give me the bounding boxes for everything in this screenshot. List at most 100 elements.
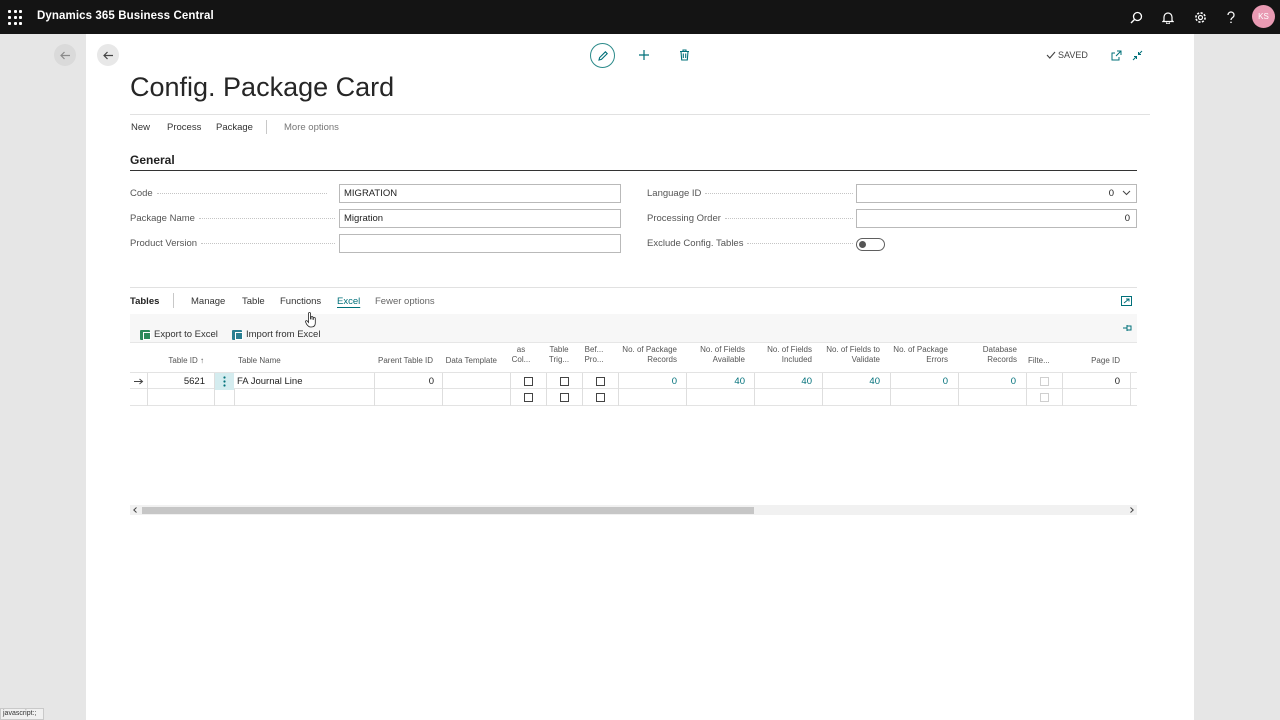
cell-package-errors[interactable]: 0 bbox=[894, 373, 948, 390]
action-new[interactable]: New bbox=[131, 122, 150, 133]
col-package-errors[interactable]: No. of Package Errors bbox=[883, 345, 948, 365]
action-more-options[interactable]: More options bbox=[284, 122, 339, 133]
col-filter[interactable]: Filte... bbox=[1028, 356, 1058, 366]
background-back-icon[interactable] bbox=[54, 44, 76, 66]
cell-table-id[interactable]: 5621 bbox=[150, 373, 205, 390]
cell-parent-table-id[interactable]: 0 bbox=[378, 373, 434, 390]
code-label: Code bbox=[130, 188, 336, 199]
scroll-right-icon[interactable] bbox=[1130, 507, 1134, 513]
export-to-excel-button[interactable]: Export to Excel bbox=[140, 329, 218, 340]
code-field[interactable]: MIGRATION bbox=[339, 184, 621, 203]
open-new-window-icon[interactable] bbox=[1111, 50, 1122, 61]
user-avatar[interactable]: KS bbox=[1252, 5, 1275, 28]
edit-button[interactable] bbox=[590, 43, 615, 68]
product-version-field[interactable] bbox=[339, 234, 621, 253]
col-fields-available[interactable]: No. of Fields Available bbox=[681, 345, 745, 365]
processing-order-label: Processing Order bbox=[647, 213, 853, 224]
tables-separator bbox=[173, 293, 174, 308]
import-from-excel-label: Import from Excel bbox=[246, 329, 321, 340]
cell-fields-included[interactable]: 40 bbox=[758, 373, 812, 390]
gear-icon[interactable] bbox=[1192, 9, 1208, 25]
check-icon bbox=[1046, 51, 1056, 59]
language-id-field[interactable]: 0 bbox=[856, 184, 1137, 203]
page-title: Config. Package Card bbox=[130, 72, 395, 102]
col-table-name[interactable]: Table Name bbox=[238, 356, 318, 366]
horizontal-scrollbar[interactable] bbox=[130, 505, 1137, 515]
table-row[interactable]: 5621 FA Journal Line 0 0 40 40 40 0 0 0 bbox=[130, 372, 1137, 390]
checkbox-as-col[interactable] bbox=[524, 377, 533, 386]
tables-divider bbox=[130, 287, 1137, 288]
app-launcher-icon[interactable] bbox=[8, 9, 24, 25]
pin-icon[interactable] bbox=[1122, 324, 1133, 332]
sort-arrow-up-icon: ↑ bbox=[200, 356, 204, 365]
action-separator bbox=[266, 120, 267, 134]
import-from-excel-button[interactable]: Import from Excel bbox=[232, 329, 320, 340]
processing-order-field[interactable]: 0 bbox=[856, 209, 1137, 228]
exclude-config-tables-label: Exclude Config. Tables bbox=[647, 238, 853, 249]
col-data-template[interactable]: Data Template bbox=[442, 356, 497, 366]
cell-database-records[interactable]: 0 bbox=[962, 373, 1016, 390]
delete-trash-icon[interactable] bbox=[679, 49, 690, 61]
excel-import-icon bbox=[232, 329, 243, 340]
product-version-label: Product Version bbox=[130, 238, 336, 249]
cell-package-records[interactable]: 0 bbox=[622, 373, 677, 390]
export-to-excel-label: Export to Excel bbox=[154, 329, 218, 340]
checkbox-bef-pro[interactable] bbox=[596, 377, 605, 386]
search-icon[interactable] bbox=[1128, 9, 1144, 25]
language-id-value: 0 bbox=[1108, 188, 1114, 199]
tab-functions[interactable]: Functions bbox=[280, 296, 321, 307]
action-process[interactable]: Process bbox=[167, 122, 201, 133]
background-page-right bbox=[1194, 34, 1280, 720]
exclude-config-tables-toggle[interactable] bbox=[856, 238, 885, 251]
tab-manage[interactable]: Manage bbox=[191, 296, 225, 307]
action-package[interactable]: Package bbox=[216, 122, 253, 133]
col-fields-to-validate[interactable]: No. of Fields to Validate bbox=[816, 345, 880, 365]
package-name-field[interactable]: Migration bbox=[339, 209, 621, 228]
app-title[interactable]: Dynamics 365 Business Central bbox=[37, 10, 214, 22]
general-divider bbox=[130, 170, 1137, 171]
saved-status: SAVED bbox=[1046, 50, 1088, 60]
expand-part-icon[interactable] bbox=[1121, 296, 1132, 306]
cell-fields-to-validate[interactable]: 40 bbox=[826, 373, 880, 390]
col-as-col[interactable]: as Col... bbox=[508, 345, 534, 365]
col-database-records[interactable]: Database Records bbox=[962, 345, 1017, 365]
chevron-down-icon bbox=[1122, 190, 1131, 196]
background-page-left bbox=[0, 34, 86, 720]
arrow-left-icon bbox=[102, 51, 113, 59]
scrollbar-thumb[interactable] bbox=[142, 507, 754, 514]
bell-icon[interactable] bbox=[1160, 9, 1176, 25]
col-fields-included[interactable]: No. of Fields Included bbox=[749, 345, 812, 365]
scroll-left-icon[interactable] bbox=[133, 507, 137, 513]
top-bar: Dynamics 365 Business Central KS bbox=[0, 0, 1280, 34]
general-heading[interactable]: General bbox=[130, 153, 175, 167]
tab-table[interactable]: Table bbox=[242, 296, 265, 307]
col-package-records[interactable]: No. of Package Records bbox=[613, 345, 677, 365]
status-bar-url: javascript:; bbox=[0, 708, 44, 720]
checkbox-table-trig-empty[interactable] bbox=[560, 393, 569, 402]
back-button[interactable] bbox=[97, 44, 119, 66]
checkbox-bef-pro-empty[interactable] bbox=[596, 393, 605, 402]
cell-page-id[interactable]: 0 bbox=[1066, 373, 1120, 390]
checkbox-table-trig[interactable] bbox=[560, 377, 569, 386]
col-page-id[interactable]: Page ID bbox=[1080, 356, 1120, 366]
col-bef-pro[interactable]: Bef... Pro... bbox=[582, 345, 606, 365]
language-id-label: Language ID bbox=[647, 188, 853, 199]
checkbox-filter bbox=[1040, 377, 1049, 386]
col-table-id[interactable]: Table ID ↑ bbox=[146, 356, 204, 366]
new-plus-icon[interactable] bbox=[638, 49, 650, 61]
table-row-empty[interactable] bbox=[130, 389, 1137, 406]
col-parent-table-id[interactable]: Parent Table ID bbox=[375, 356, 433, 366]
cell-table-name[interactable]: FA Journal Line bbox=[237, 373, 367, 390]
row-actions-ellipsis-icon[interactable] bbox=[215, 373, 234, 390]
tab-excel[interactable]: Excel bbox=[337, 296, 360, 307]
help-icon[interactable] bbox=[1223, 9, 1239, 25]
saved-label: SAVED bbox=[1058, 50, 1088, 60]
cell-data-template[interactable] bbox=[446, 373, 502, 390]
collapse-icon[interactable] bbox=[1132, 50, 1143, 61]
mouse-cursor-icon bbox=[305, 312, 316, 328]
col-table-trig[interactable]: Table Trig... bbox=[546, 345, 572, 365]
tables-heading[interactable]: Tables bbox=[130, 296, 159, 307]
tab-fewer-options[interactable]: Fewer options bbox=[375, 296, 435, 307]
cell-fields-available[interactable]: 40 bbox=[690, 373, 745, 390]
checkbox-as-col-empty[interactable] bbox=[524, 393, 533, 402]
